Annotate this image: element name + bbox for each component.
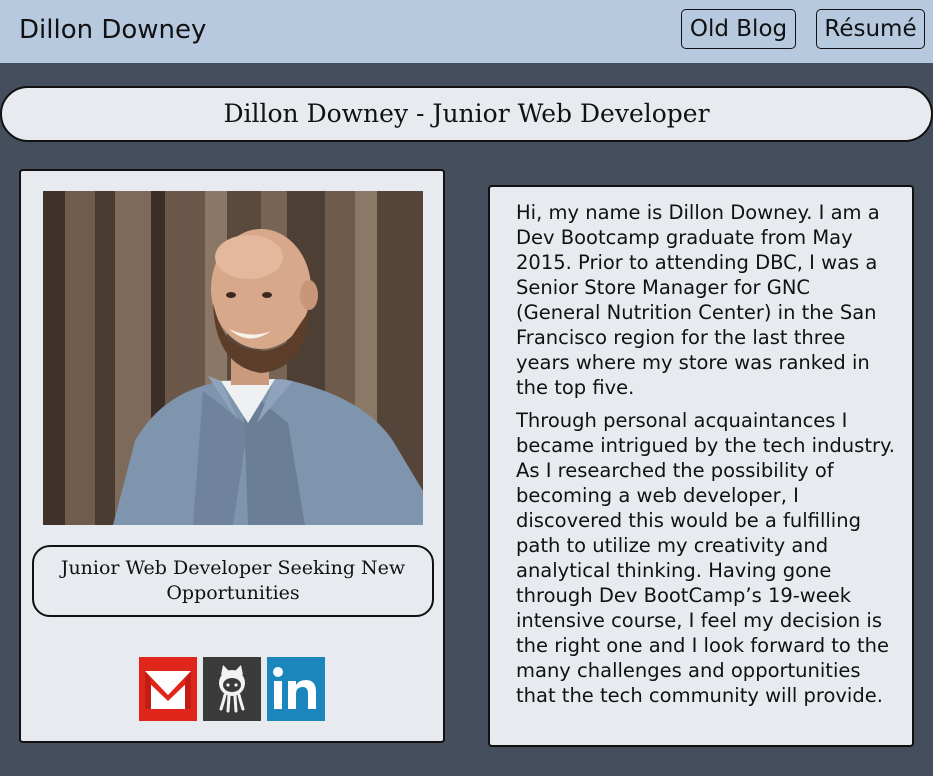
top-navbar: Dillon Downey Old Blog Résumé <box>0 0 933 63</box>
gmail-icon[interactable] <box>139 657 197 721</box>
profile-card: Junior Web Developer Seeking New Opportu… <box>19 169 445 743</box>
bio-text: Hi, my name is Dillon Downey. I am a Dev… <box>516 200 898 708</box>
bio-paragraph-2: Through personal acquaintances I became … <box>516 409 895 707</box>
resume-button[interactable]: Résumé <box>816 9 925 49</box>
page-title: Dillon Downey - Junior Web Developer <box>0 86 933 142</box>
github-icon[interactable] <box>203 657 261 721</box>
linkedin-icon[interactable] <box>267 657 325 721</box>
bio-card: Hi, my name is Dillon Downey. I am a Dev… <box>488 185 914 747</box>
bio-paragraph-1: Hi, my name is Dillon Downey. I am a Dev… <box>516 201 880 399</box>
brand-name[interactable]: Dillon Downey <box>19 14 206 46</box>
profile-photo <box>43 191 423 525</box>
tagline-box: Junior Web Developer Seeking New Opportu… <box>32 545 434 617</box>
old-blog-button[interactable]: Old Blog <box>681 9 796 49</box>
